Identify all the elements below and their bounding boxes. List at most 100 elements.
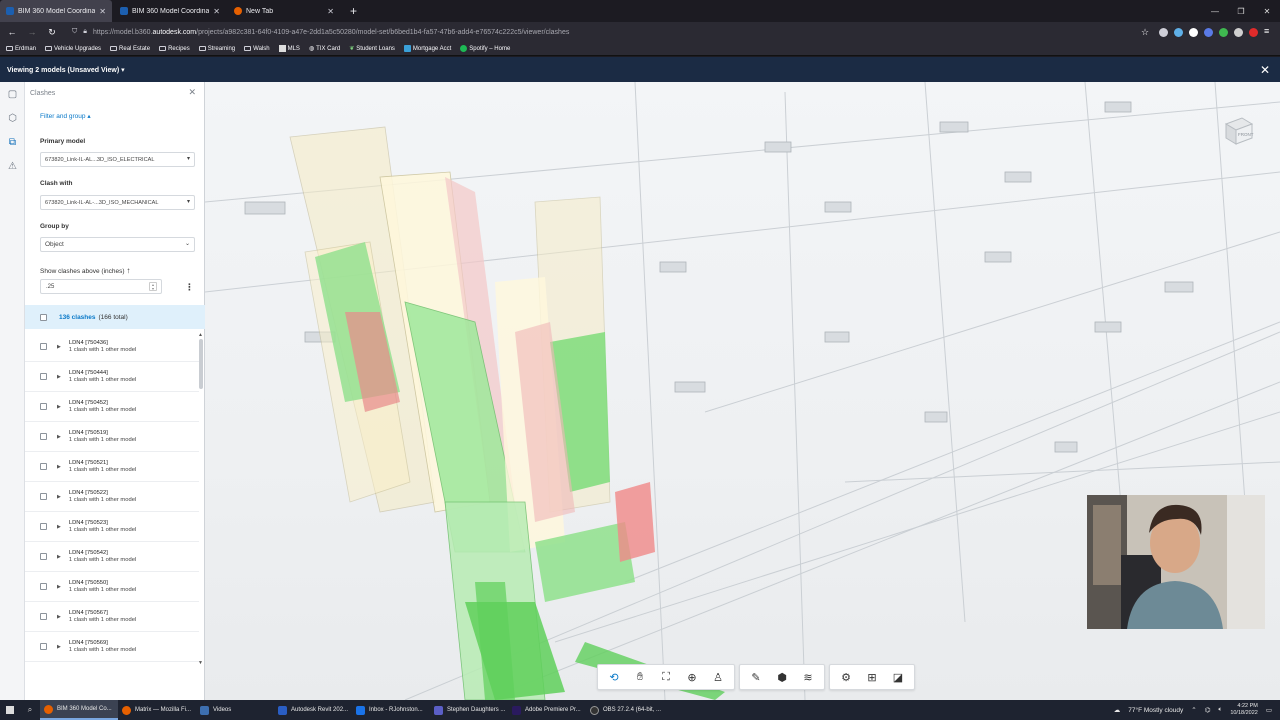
models-icon[interactable]: ▢ (0, 82, 25, 106)
list-item[interactable]: ▶ LDN4 [750550] 1 clash with 1 other model (25, 572, 199, 602)
orbit-icon[interactable]: ⟲ (602, 666, 626, 688)
list-item[interactable]: ▶ LDN4 [750452] 1 clash with 1 other model (25, 392, 199, 422)
row-checkbox[interactable] (40, 613, 47, 620)
filter-and-group-toggle[interactable]: Filter and group ▴ (40, 112, 91, 120)
extension-icon[interactable] (1189, 27, 1198, 37)
select-all-checkbox[interactable] (40, 313, 47, 321)
taskbar-app[interactable]: BIM 360 Model Co... (40, 700, 118, 720)
viewcube-icon[interactable]: FRONT (1220, 112, 1256, 148)
row-checkbox[interactable] (40, 463, 47, 470)
extension-icon[interactable] (1204, 27, 1213, 37)
taskbar-app[interactable]: Adobe Premiere Pr... (508, 700, 586, 720)
pan-hand-icon[interactable]: ✋︎ (628, 666, 652, 688)
taskbar-app[interactable]: Inbox - RJohnston... (352, 700, 430, 720)
list-item[interactable]: ▶ LDN4 [750567] 1 clash with 1 other model (25, 602, 199, 632)
network-icon[interactable]: ⌬ (1205, 706, 1211, 714)
bookmark-item[interactable]: ❦ Student Loans (349, 45, 395, 53)
fit-to-view-icon[interactable]: ⛶ (654, 666, 678, 688)
close-viewer-icon[interactable]: ✕ (1260, 63, 1270, 77)
tray-chevron-icon[interactable]: ⌃ (1191, 706, 1196, 714)
row-checkbox[interactable] (40, 373, 47, 380)
row-checkbox[interactable] (40, 553, 47, 560)
first-person-icon[interactable]: ♙ (706, 666, 730, 688)
bookmark-item[interactable]: MLS (278, 45, 300, 52)
close-icon[interactable]: ✕ (99, 7, 106, 16)
expand-triangle-icon[interactable]: ▶ (57, 464, 61, 470)
row-checkbox[interactable] (40, 343, 47, 350)
row-checkbox[interactable] (40, 583, 47, 590)
notification-icon[interactable]: ▭ (1266, 706, 1272, 714)
menu-icon[interactable]: ≡ (1264, 27, 1274, 37)
download-icon[interactable] (1174, 27, 1183, 37)
measure-icon[interactable]: ✎ (744, 666, 768, 688)
group-by-select[interactable]: Object ⌄ (40, 237, 195, 252)
volume-icon[interactable]: 🔈︎ (1218, 706, 1222, 714)
expand-triangle-icon[interactable]: ▶ (57, 344, 61, 350)
scroll-up-icon[interactable]: ▲ (198, 332, 203, 338)
expand-triangle-icon[interactable]: ▶ (57, 644, 61, 650)
browser-tab-2[interactable]: New Tab ✕ (228, 0, 340, 22)
forward-arrow-icon[interactable]: → (26, 27, 38, 37)
clashes-icon[interactable]: ⧉ (0, 130, 25, 154)
scroll-down-icon[interactable]: ▼ (198, 660, 203, 666)
taskbar-app[interactable]: OBS 27.2.4 (64-bit, ... (586, 700, 664, 720)
row-checkbox[interactable] (40, 493, 47, 500)
browser-tab-0[interactable]: BIM 360 Model Coordination ✕ (0, 0, 112, 22)
zoom-window-icon[interactable]: ⊕ (680, 666, 704, 688)
bookmark-star-icon[interactable]: ☆ (1139, 27, 1151, 38)
search-icon[interactable]: ⌕ (20, 705, 40, 715)
scroll-thumb[interactable] (199, 339, 203, 389)
layers-icon[interactable]: ≋ (796, 666, 820, 688)
browser-tab-1[interactable]: BIM 360 Model Coordination ✕ (114, 0, 226, 22)
bookmark-item[interactable]: Real Estate (110, 46, 150, 52)
section-icon[interactable]: ⬢ (770, 666, 794, 688)
expand-triangle-icon[interactable]: ▶ (57, 494, 61, 500)
more-options-icon[interactable]: ⋮ (185, 282, 194, 293)
maximize-icon[interactable]: ❐ (1228, 0, 1254, 22)
viewcube[interactable]: FRONT (1220, 112, 1256, 148)
stepper-icon[interactable]: ▴ ▾ (149, 282, 157, 291)
taskbar-app[interactable]: Matrix — Mozilla Fi... (118, 700, 196, 720)
expand-triangle-icon[interactable]: ▶ (57, 524, 61, 530)
threshold-input[interactable]: .25 ▴ ▾ (40, 279, 162, 294)
youtube-icon[interactable] (1249, 27, 1258, 37)
fullscreen-icon[interactable]: ◪ (886, 666, 910, 688)
list-item[interactable]: ▶ LDN4 [750521] 1 clash with 1 other model (25, 452, 199, 482)
bookmark-item[interactable]: Vehicle Upgrades (45, 46, 101, 52)
bookmark-item[interactable]: Recipes (159, 46, 190, 52)
extension-icon[interactable] (1234, 27, 1243, 37)
new-tab-button[interactable]: + (342, 0, 365, 22)
issues-icon[interactable]: ⚠ (0, 154, 25, 178)
expand-triangle-icon[interactable]: ▶ (57, 614, 61, 620)
primary-model-select[interactable]: 673820_Link-IL-AL...3D_ISO_ELECTRICAL ▾ (40, 152, 195, 167)
bookmark-item[interactable]: Erdman (6, 46, 36, 52)
row-checkbox[interactable] (40, 403, 47, 410)
viewing-models-dropdown[interactable]: Viewing 2 models (Unsaved View) ▾ (7, 66, 125, 74)
list-item[interactable]: ▶ LDN4 [750444] 1 clash with 1 other model (25, 362, 199, 392)
model-browser-icon[interactable]: ⊞ (860, 666, 884, 688)
close-icon[interactable]: ✕ (327, 7, 334, 16)
clash-with-select[interactable]: 673820_Link-IL-AL-...3D_ISO_MECHANICAL ▾ (40, 195, 195, 210)
expand-triangle-icon[interactable]: ▶ (57, 584, 61, 590)
list-item[interactable]: ▶ LDN4 [750523] 1 clash with 1 other model (25, 512, 199, 542)
expand-triangle-icon[interactable]: ▶ (57, 434, 61, 440)
address-bar[interactable]: ⛉ 🔒︎ https://model.b360.autodesk.com/pro… (66, 24, 1131, 40)
list-item[interactable]: ▶ LDN4 [750569] 1 clash with 1 other model (25, 632, 199, 662)
clash-list-scrollbar[interactable]: ▲ ▼ (198, 332, 204, 667)
clock[interactable]: 4:22 PM 10/18/2022 (1230, 703, 1258, 717)
taskbar-app[interactable]: Autodesk Revit 202... (274, 700, 352, 720)
weather-text[interactable]: 77°F Mostly cloudy (1128, 707, 1183, 714)
reload-icon[interactable]: ↻ (46, 27, 58, 38)
bookmark-item[interactable]: Streaming (198, 46, 235, 52)
start-button[interactable] (0, 700, 20, 720)
pocket-icon[interactable] (1159, 27, 1168, 37)
objects-icon[interactable]: ⬡ (0, 106, 25, 130)
row-checkbox[interactable] (40, 523, 47, 530)
expand-triangle-icon[interactable]: ▶ (57, 554, 61, 560)
taskbar-app[interactable]: Stephen Daughters ... (430, 700, 508, 720)
bookmark-item[interactable]: ◍ TIX Card (309, 45, 340, 53)
close-panel-icon[interactable]: ✕ (188, 87, 196, 98)
bookmark-item[interactable]: Mortgage Acct (403, 45, 451, 52)
list-item[interactable]: ▶ LDN4 [750519] 1 clash with 1 other model (25, 422, 199, 452)
minimize-icon[interactable]: — (1202, 0, 1228, 22)
